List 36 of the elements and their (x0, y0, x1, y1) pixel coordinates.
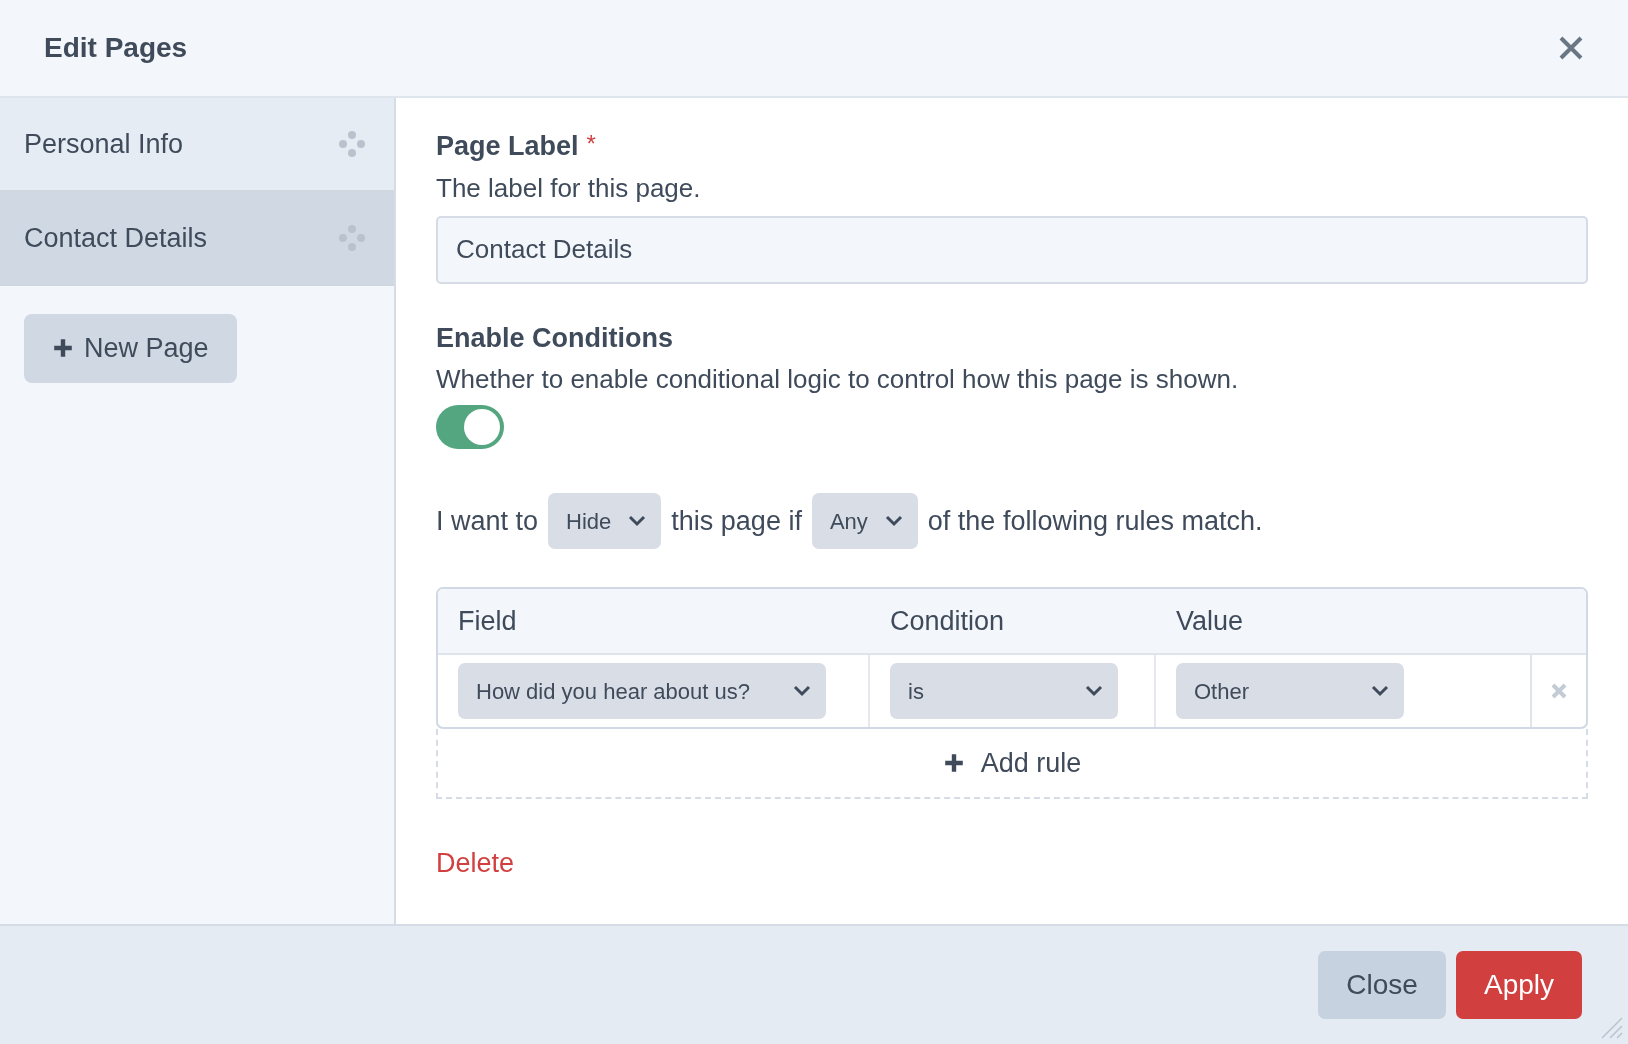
dropdown[interactable]: How did you hear about us? (458, 663, 826, 719)
dropdown[interactable]: Any (811, 493, 918, 549)
dropdown[interactable]: is (890, 663, 1118, 719)
plus-icon (942, 752, 965, 774)
sentence-text: this page if (671, 504, 802, 538)
toggle-switch[interactable] (436, 405, 504, 449)
field-label: Page Label (436, 131, 579, 161)
add-rule-button[interactable]: Add rule (936, 741, 1088, 785)
page-name: Contact Details (24, 221, 208, 255)
chevron-down-icon (1370, 684, 1390, 698)
column-header: Value (1175, 604, 1245, 638)
sentence-text: of the following rules match. (927, 504, 1263, 538)
drag-handle-icon[interactable] (338, 130, 366, 158)
new-page-button[interactable]: New Page (24, 314, 237, 383)
field-label: Enable Conditions (436, 322, 673, 353)
dropdown[interactable]: Other (1176, 663, 1404, 719)
apply-button[interactable]: Apply (1455, 951, 1582, 1019)
required-mark: * (586, 130, 596, 157)
dropdown[interactable]: Hide (548, 493, 662, 549)
chevron-down-icon (1084, 684, 1104, 698)
chevron-down-icon (883, 514, 904, 528)
sentence-text: I want to (436, 504, 539, 538)
chevron-down-icon (792, 684, 812, 698)
close-button[interactable]: Close (1318, 951, 1446, 1019)
delete-link[interactable]: Delete (436, 843, 515, 884)
dialog-title: Edit Pages (44, 31, 188, 65)
plus-icon (52, 337, 74, 360)
page-name: Personal Info (24, 127, 184, 161)
field-hint: The label for this page. (436, 171, 702, 205)
page-label-input[interactable]: Contact Details (436, 215, 1588, 284)
sidebar-item[interactable]: Personal Info (0, 98, 394, 192)
column-header: Condition (889, 604, 1006, 638)
column-header: Field (457, 604, 518, 638)
chevron-down-icon (627, 514, 648, 528)
field-hint: Whether to enable conditional logic to control how this page is shown. (436, 363, 1240, 396)
sidebar-item[interactable]: Contact Details (0, 192, 394, 286)
